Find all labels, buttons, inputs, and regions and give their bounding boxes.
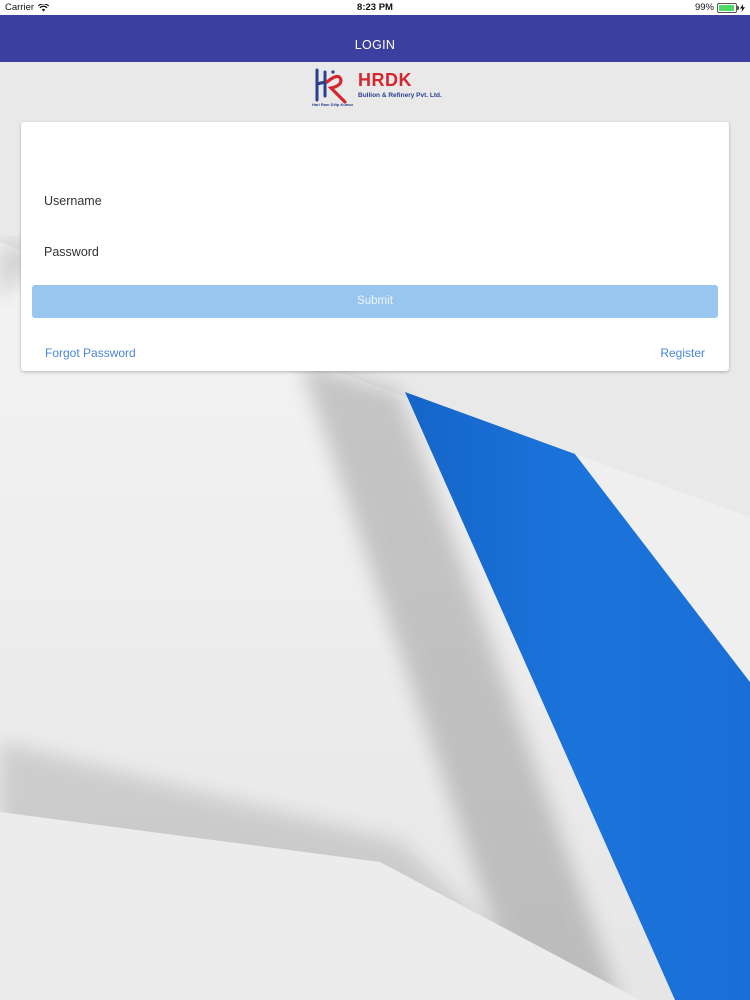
username-field[interactable]: Username (44, 194, 102, 208)
status-bar: Carrier 8:23 PM 99% (0, 0, 750, 15)
nav-bar: LOGIN (0, 15, 750, 62)
register-link[interactable]: Register (660, 346, 705, 360)
hr-monogram-icon (315, 68, 347, 104)
logo-tagline: Hari Ram Dilip Kumar (312, 102, 354, 107)
password-field[interactable]: Password (44, 245, 99, 259)
company-logo: HRDK Bullion & Refinery Pvt. Ltd. Hari R… (311, 66, 443, 110)
battery-percent: 99% (694, 2, 714, 13)
nav-title: LOGIN (354, 38, 396, 52)
logo-title: HRDK (358, 70, 412, 90)
submit-button[interactable]: Submit (32, 285, 718, 318)
login-card: Username Password Submit Forgot Password… (21, 122, 729, 371)
status-right: 99% (695, 2, 745, 13)
battery-icon (717, 2, 739, 13)
forgot-password-link[interactable]: Forgot Password (45, 346, 136, 360)
charging-bolt-icon (740, 3, 745, 12)
status-time: 8:23 PM (357, 2, 393, 13)
logo-subtitle: Bullion & Refinery Pvt. Ltd. (358, 92, 442, 99)
